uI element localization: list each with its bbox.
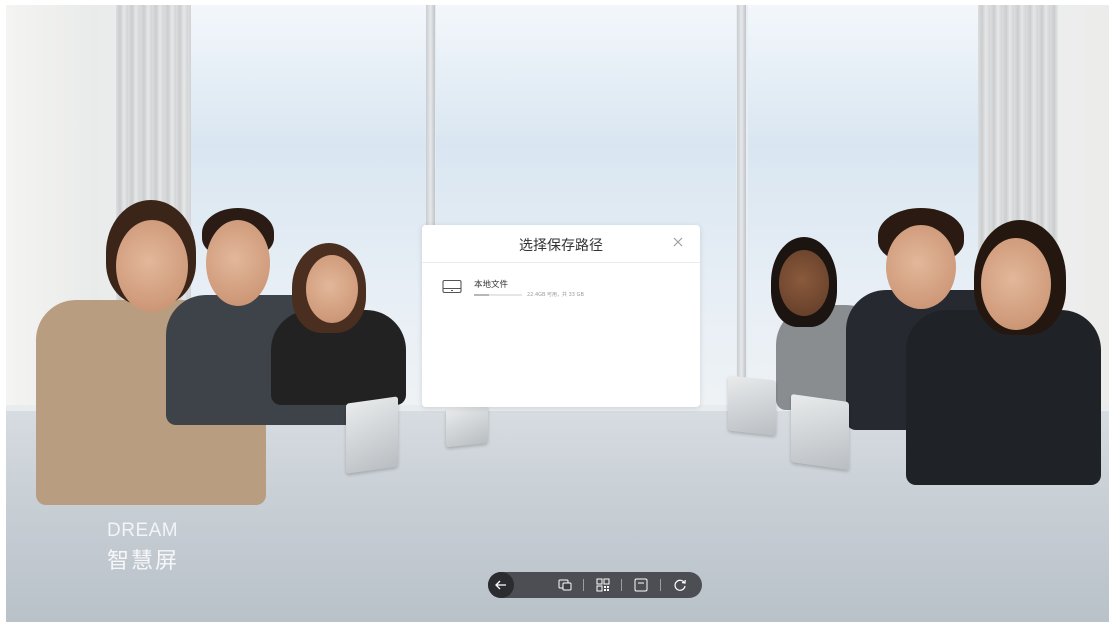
save-icon[interactable] (631, 575, 651, 595)
location-name: 本地文件 (474, 280, 509, 290)
storage-usage-bar (474, 294, 522, 296)
laptop (728, 375, 776, 436)
laptop (446, 404, 488, 448)
bottom-toolbar (488, 572, 702, 598)
save-path-dialog: 选择保存路径 本地文件 22.4GB 可用，共 33 GB (422, 225, 700, 407)
person (906, 310, 1101, 485)
person-head (779, 250, 829, 316)
location-item-local-files[interactable]: 本地文件 22.4GB 可用，共 33 GB (436, 275, 676, 303)
toolbar-divider (621, 579, 622, 591)
dialog-title: 选择保存路径 (519, 238, 603, 254)
toolbar-divider (660, 579, 661, 591)
close-icon[interactable] (670, 234, 686, 250)
person-head (116, 220, 188, 312)
window-frame (737, 5, 746, 400)
window-switch-icon[interactable] (555, 575, 575, 595)
person-head (306, 255, 358, 323)
back-arrow-icon[interactable] (488, 572, 514, 598)
brand-name-en: DREAM (107, 520, 179, 541)
qr-code-icon[interactable] (593, 575, 613, 595)
toolbar-divider (583, 579, 584, 591)
person-head (206, 220, 270, 306)
storage-capacity-text: 22.4GB 可用，共 33 GB (527, 292, 584, 298)
laptop (791, 393, 849, 471)
drive-icon (442, 279, 462, 295)
refresh-icon[interactable] (670, 575, 690, 595)
divider (422, 262, 700, 263)
brand-name-cn: 智慧屏 (107, 549, 180, 574)
storage-usage-fill (474, 294, 490, 296)
person-head (886, 225, 956, 309)
person-head (981, 238, 1051, 330)
laptop (346, 396, 398, 474)
